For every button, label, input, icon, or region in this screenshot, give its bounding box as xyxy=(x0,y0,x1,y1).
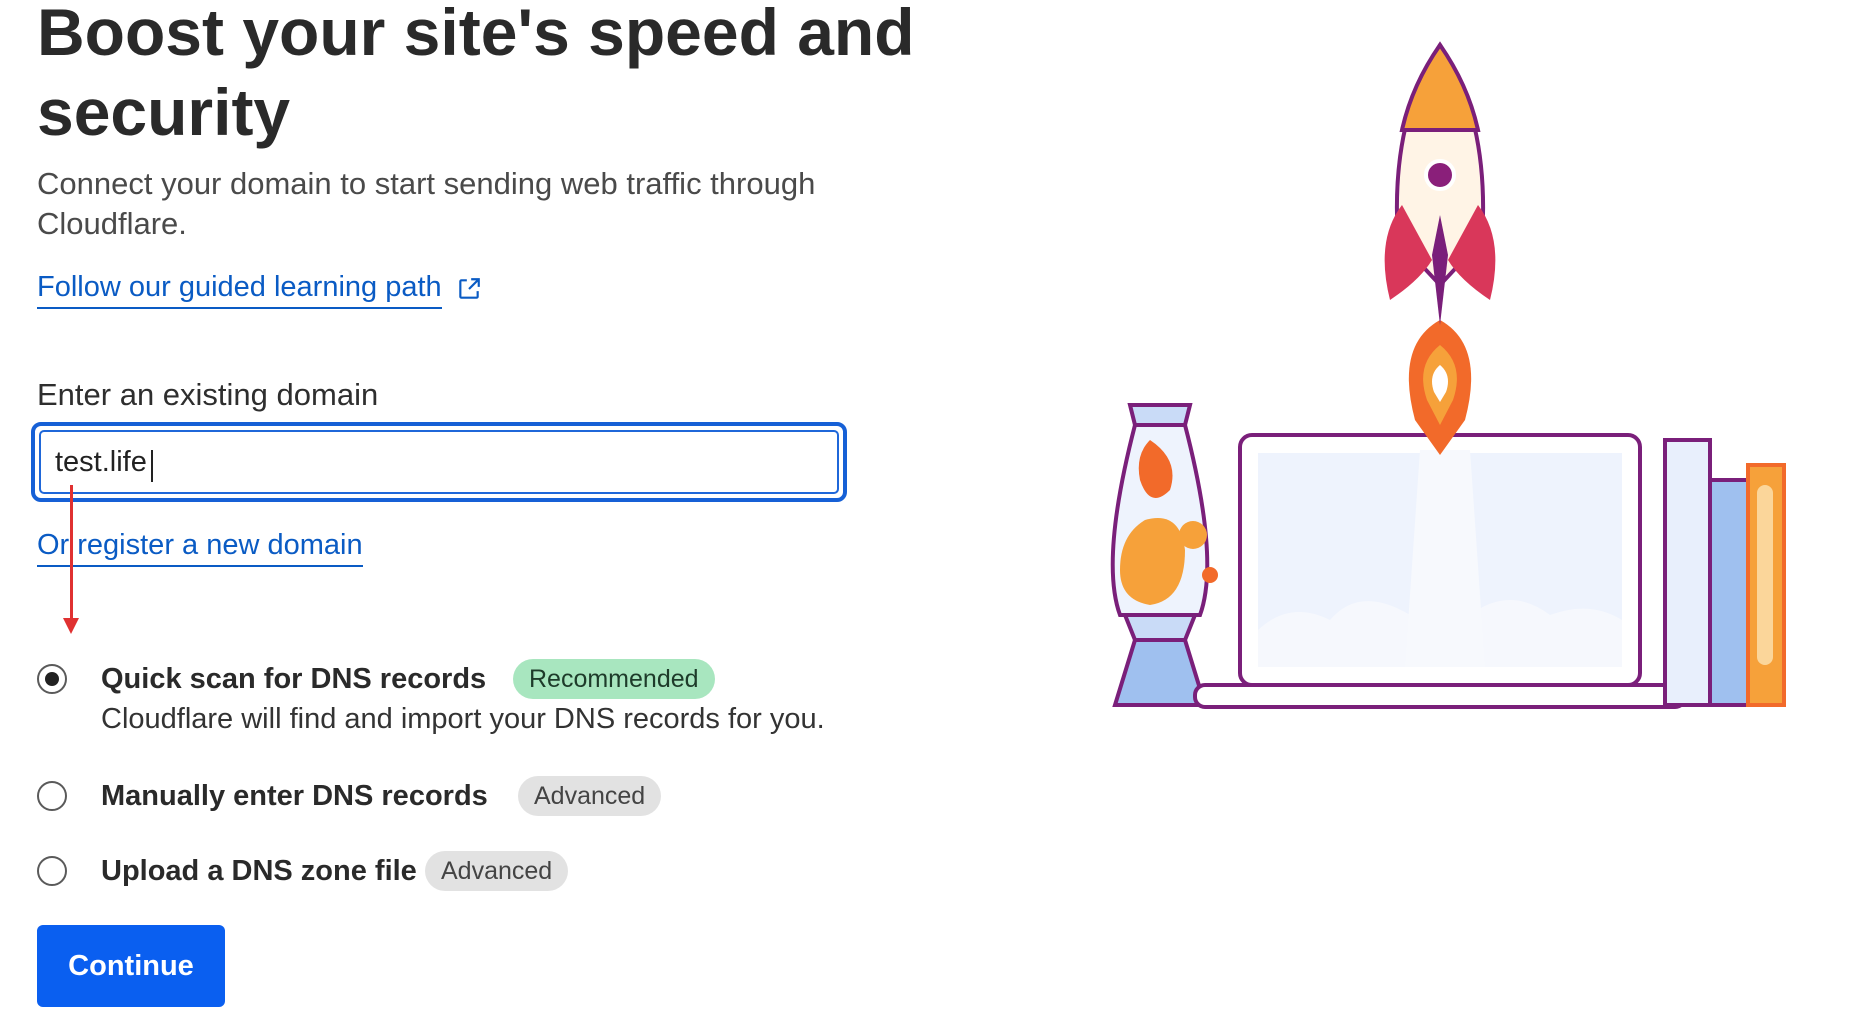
guided-learning-link[interactable]: Follow our guided learning path xyxy=(37,268,442,309)
advanced-badge: Advanced xyxy=(425,851,569,891)
quick-scan-radio[interactable] xyxy=(37,664,67,694)
external-link-icon[interactable] xyxy=(456,276,482,302)
rocket-launch-illustration xyxy=(1110,41,1786,709)
rocket-illustration xyxy=(1384,41,1496,325)
page-title: Boost your site's speed and security xyxy=(37,0,915,149)
books-illustration xyxy=(1663,438,1786,707)
quick-scan-description: Cloudflare will find and import your DNS… xyxy=(101,703,825,735)
manual-entry-radio[interactable] xyxy=(37,781,67,811)
register-domain-link[interactable]: Or register a new domain xyxy=(37,526,363,567)
annotation-arrow xyxy=(70,485,73,620)
laptop-illustration xyxy=(1193,433,1687,709)
text-caret xyxy=(151,450,153,482)
upload-zone-radio[interactable] xyxy=(37,856,67,886)
domain-field-label: Enter an existing domain xyxy=(37,377,379,412)
manual-entry-title: Manually enter DNS records xyxy=(101,780,488,812)
annotation-arrow-head xyxy=(63,618,79,634)
continue-button[interactable]: Continue xyxy=(37,925,225,1007)
domain-input-focus-ring xyxy=(31,422,847,502)
add-site-page: Boost your site's speed and security Con… xyxy=(0,0,1868,1030)
advanced-badge: Advanced xyxy=(518,776,662,816)
lava-lamp-illustration xyxy=(1110,403,1218,707)
upload-zone-title: Upload a DNS zone file xyxy=(101,855,417,887)
quick-scan-title: Quick scan for DNS records xyxy=(101,663,487,695)
recommended-badge: Recommended xyxy=(513,659,715,699)
domain-input[interactable] xyxy=(39,430,839,494)
page-subtitle: Connect your domain to start sending web… xyxy=(37,166,816,241)
